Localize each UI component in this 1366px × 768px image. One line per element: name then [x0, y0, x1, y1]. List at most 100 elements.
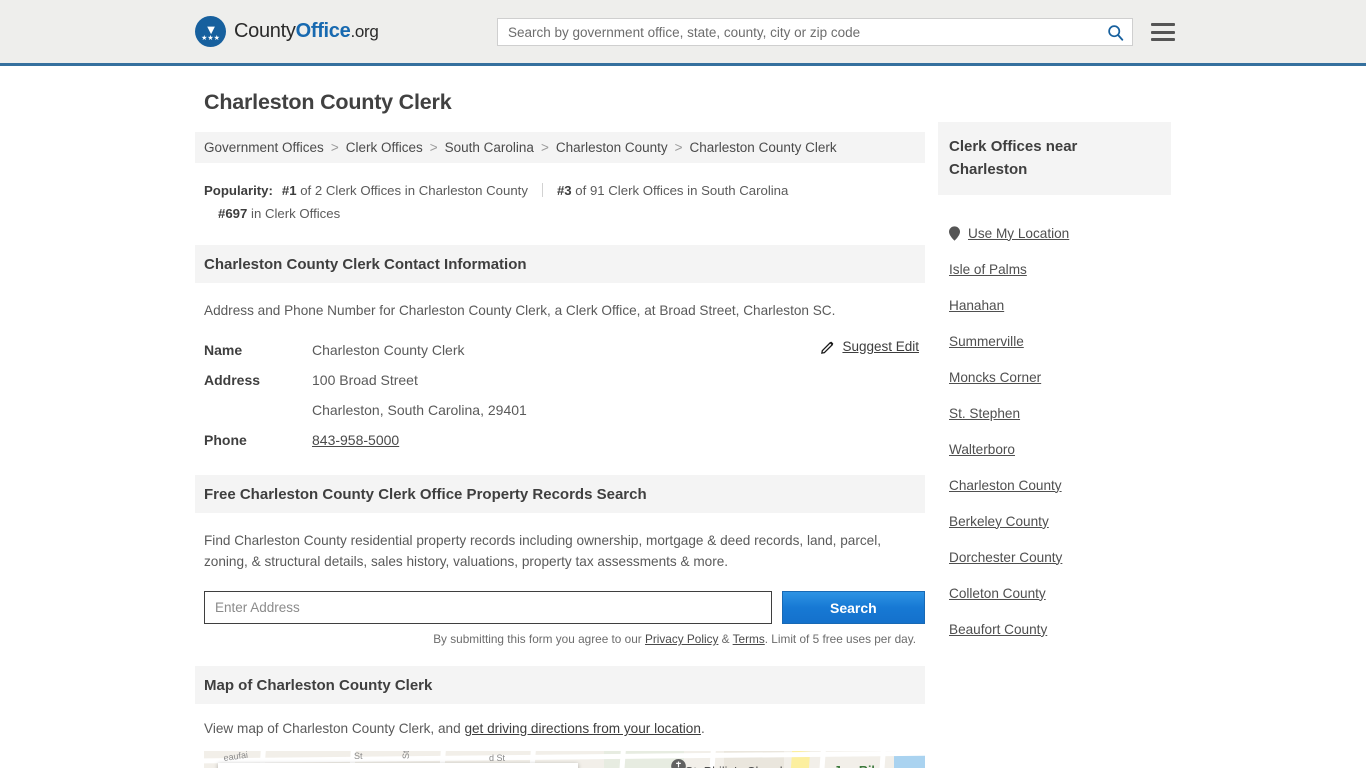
driving-directions-link[interactable]: get driving directions from your locatio…	[464, 721, 701, 736]
sidebar-item-summerville[interactable]: Summerville	[938, 323, 1171, 359]
svg-text:St: St	[401, 751, 411, 759]
sidebar-item-hanahan[interactable]: Hanahan	[938, 287, 1171, 323]
sidebar-link-2[interactable]: Summerville	[949, 334, 1024, 349]
sidebar-link-6[interactable]: Charleston County	[949, 478, 1062, 493]
logo-text: CountyOffice.org	[234, 20, 379, 43]
breadcrumb: Government Offices > Clerk Offices > Sou…	[195, 132, 925, 163]
search-submit-button[interactable]	[1098, 19, 1132, 45]
map-poi-park-label: Joe Riley Waterfront Park	[830, 764, 893, 768]
sidebar-link-4[interactable]: St. Stephen	[949, 406, 1020, 421]
breadcrumb-item-0[interactable]: Government Offices	[204, 140, 324, 155]
breadcrumb-item-current: Charleston County Clerk	[689, 140, 837, 155]
sidebar-item-dorchester-county[interactable]: Dorchester County	[938, 539, 1171, 575]
nearby-offices-sidebar: Clerk Offices near Charleston Use My Loc…	[938, 122, 1171, 647]
use-my-location-link[interactable]: Use My Location	[968, 226, 1069, 241]
hamburger-menu-icon[interactable]	[1151, 21, 1175, 43]
contact-row-value-phone: 843-958-5000	[312, 425, 399, 455]
sidebar-link-3[interactable]: Moncks Corner	[949, 370, 1041, 385]
page-title: Charleston County Clerk	[204, 90, 452, 114]
map-text-prefix: View map of Charleston County Clerk, and	[204, 721, 465, 736]
privacy-policy-link[interactable]: Privacy Policy	[645, 632, 718, 646]
popularity-rank-national-text: in Clerk Offices	[251, 206, 341, 221]
map-info-card[interactable]: Charleston County Clerk-Court	[218, 763, 578, 768]
suggest-edit-label: Suggest Edit	[842, 339, 919, 354]
records-search-button[interactable]: Search	[781, 591, 925, 624]
records-description: Find Charleston County residential prope…	[204, 533, 882, 569]
contact-info-table: Name Charleston County Clerk Address 100…	[204, 335, 919, 455]
property-records-form: Search	[204, 591, 925, 624]
breadcrumb-separator: >	[540, 140, 549, 155]
disclaimer-suffix: . Limit of 5 free uses per day.	[764, 632, 916, 646]
contact-row-value-address-line2: Charleston, South Carolina, 29401	[312, 402, 527, 418]
breadcrumb-separator: >	[330, 140, 339, 155]
suggest-edit-button[interactable]: Suggest Edit	[821, 339, 919, 354]
table-row: Phone 843-958-5000	[204, 425, 919, 455]
logo-text-part1: County	[234, 20, 296, 42]
site-header: ▼ ★★★ CountyOffice.org	[0, 0, 1366, 66]
contact-row-value-name: Charleston County Clerk	[312, 342, 465, 358]
eagle-stars-logo-icon: ▼ ★★★	[195, 16, 226, 47]
sidebar-link-5[interactable]: Walterboro	[949, 442, 1015, 457]
popularity-rank-county-number: #1	[281, 183, 297, 198]
form-disclaimer: By submitting this form you agree to our…	[195, 632, 916, 646]
popularity-rank-national-number: #697	[218, 206, 248, 221]
sidebar-link-1[interactable]: Hanahan	[949, 298, 1004, 313]
disclaimer-amp: &	[718, 632, 733, 646]
sidebar-item-moncks-corner[interactable]: Moncks Corner	[938, 359, 1171, 395]
popularity-label: Popularity:	[204, 183, 273, 198]
map-poi-park-line1: Joe Riley	[834, 764, 889, 768]
breadcrumb-item-3[interactable]: Charleston County	[556, 140, 668, 155]
logo-text-part2: Office	[295, 20, 351, 42]
sidebar-item-use-my-location[interactable]: Use My Location	[938, 215, 1171, 251]
address-input[interactable]	[204, 591, 772, 624]
map-embed[interactable]: eaufai St d St St St. Philip's Church Jo…	[204, 751, 925, 768]
map-pin-icon	[949, 225, 960, 241]
popularity-divider	[541, 183, 543, 197]
breadcrumb-item-2[interactable]: South Carolina	[445, 140, 534, 155]
logo-text-part3: .org	[350, 22, 379, 41]
sidebar-item-st-stephen[interactable]: St. Stephen	[938, 395, 1171, 431]
church-pin-icon	[671, 759, 686, 768]
sidebar-heading: Clerk Offices near Charleston	[938, 122, 1171, 195]
map-description: View map of Charleston County Clerk, and…	[204, 721, 925, 736]
table-row: Address 100 Broad Street	[204, 365, 919, 395]
sidebar-item-walterboro[interactable]: Walterboro	[938, 431, 1171, 467]
svg-text:d St: d St	[489, 753, 506, 763]
breadcrumb-separator: >	[429, 140, 438, 155]
sidebar-link-9[interactable]: Colleton County	[949, 586, 1046, 601]
contact-row-label-blank	[204, 395, 312, 425]
disclaimer-prefix: By submitting this form you agree to our	[433, 632, 645, 646]
sidebar-item-beaufort-county[interactable]: Beaufort County	[938, 611, 1171, 647]
contact-row-label-address: Address	[204, 372, 261, 388]
sidebar-link-8[interactable]: Dorchester County	[949, 550, 1062, 565]
breadcrumb-item-1[interactable]: Clerk Offices	[346, 140, 423, 155]
map-text-suffix: .	[700, 721, 705, 736]
site-logo[interactable]: ▼ ★★★ CountyOffice.org	[195, 16, 379, 47]
sidebar-item-berkeley-county[interactable]: Berkeley County	[938, 503, 1171, 539]
search-icon	[1107, 24, 1123, 41]
popularity-rank-county: #1 of 2 Clerk Offices in Charleston Coun…	[282, 183, 528, 198]
sidebar-item-isle-of-palms[interactable]: Isle of Palms	[938, 251, 1171, 287]
global-search-form	[497, 18, 1133, 46]
popularity-rank-county-text: of 2 Clerk Offices in Charleston County	[300, 183, 528, 198]
popularity-rank-state-text: of 91 Clerk Offices in South Carolina	[575, 183, 789, 198]
sidebar-link-10[interactable]: Beaufort County	[949, 622, 1047, 637]
contact-row-label-name: Name	[204, 342, 243, 358]
phone-link[interactable]: 843-958-5000	[312, 432, 399, 448]
popularity-rank-national: #697 in Clerk Offices	[204, 202, 925, 225]
sidebar-link-7[interactable]: Berkeley County	[949, 514, 1049, 529]
main-content: Charleston County Clerk Government Offic…	[195, 66, 925, 768]
map-section-heading: Map of Charleston County Clerk	[195, 666, 925, 704]
popularity-rank-state: #3 of 91 Clerk Offices in South Carolina	[557, 183, 788, 198]
contact-row-value-address-line1: 100 Broad Street	[312, 372, 418, 388]
terms-link[interactable]: Terms	[733, 632, 765, 646]
sidebar-link-0[interactable]: Isle of Palms	[949, 262, 1027, 277]
breadcrumb-separator: >	[674, 140, 683, 155]
contact-description: Address and Phone Number for Charleston …	[204, 303, 836, 318]
table-row: Name Charleston County Clerk	[204, 335, 919, 365]
sidebar-item-colleton-county[interactable]: Colleton County	[938, 575, 1171, 611]
sidebar-item-charleston-county[interactable]: Charleston County	[938, 467, 1171, 503]
popularity-rank-state-number: #3	[556, 183, 572, 198]
search-input[interactable]	[498, 24, 1098, 40]
pencil-edit-icon	[821, 341, 834, 354]
